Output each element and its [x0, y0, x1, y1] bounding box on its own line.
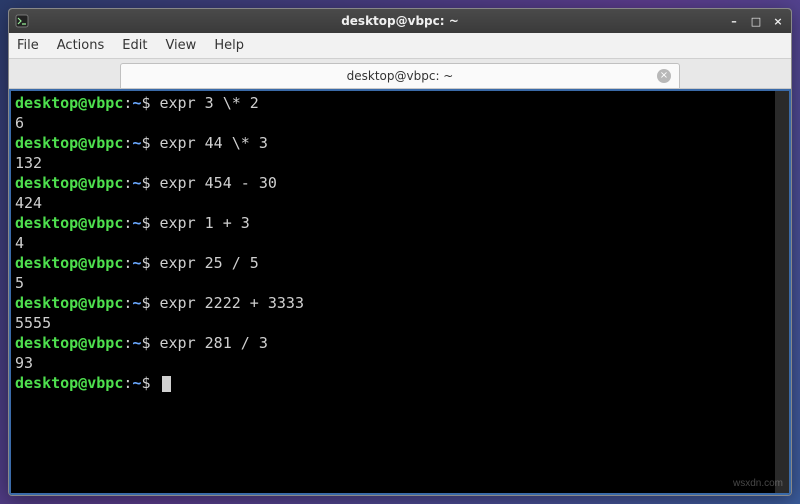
window-title: desktop@vbpc: ~	[8, 14, 792, 28]
terminal-window: desktop@vbpc: ~ – □ × File Actions Edit …	[8, 8, 792, 496]
prompt-line: desktop@vbpc:~$ expr 3 \* 2	[15, 93, 771, 113]
tab-close-icon[interactable]: ×	[657, 69, 671, 83]
menu-edit[interactable]: Edit	[122, 38, 147, 53]
output-line: 6	[15, 113, 771, 133]
prompt-line: desktop@vbpc:~$	[15, 373, 771, 393]
terminal-output[interactable]: desktop@vbpc:~$ expr 3 \* 26desktop@vbpc…	[11, 91, 775, 493]
prompt-line: desktop@vbpc:~$ expr 2222 + 3333	[15, 293, 771, 313]
menu-file[interactable]: File	[17, 38, 39, 53]
output-line: 4	[15, 233, 771, 253]
watermark: wsxdn.com	[733, 478, 783, 489]
menubar: File Actions Edit View Help	[9, 33, 791, 59]
minimize-button[interactable]: –	[727, 14, 741, 28]
prompt-line: desktop@vbpc:~$ expr 1 + 3	[15, 213, 771, 233]
prompt-line: desktop@vbpc:~$ expr 44 \* 3	[15, 133, 771, 153]
output-line: 5	[15, 273, 771, 293]
output-line: 132	[15, 153, 771, 173]
cursor	[162, 376, 171, 392]
output-line: 93	[15, 353, 771, 373]
output-line: 424	[15, 193, 771, 213]
menu-view[interactable]: View	[165, 38, 196, 53]
menu-actions[interactable]: Actions	[57, 38, 105, 53]
maximize-button[interactable]: □	[749, 14, 763, 28]
prompt-line: desktop@vbpc:~$ expr 281 / 3	[15, 333, 771, 353]
scrollbar[interactable]	[775, 91, 789, 493]
tabbar: desktop@vbpc: ~ ×	[9, 59, 791, 89]
close-button[interactable]: ×	[771, 14, 785, 28]
prompt-line: desktop@vbpc:~$ expr 25 / 5	[15, 253, 771, 273]
window-controls: – □ ×	[727, 14, 785, 28]
titlebar[interactable]: desktop@vbpc: ~ – □ ×	[9, 9, 791, 33]
menu-help[interactable]: Help	[214, 38, 244, 53]
prompt-line: desktop@vbpc:~$ expr 454 - 30	[15, 173, 771, 193]
tab-terminal[interactable]: desktop@vbpc: ~ ×	[120, 63, 680, 88]
terminal-area: desktop@vbpc:~$ expr 3 \* 26desktop@vbpc…	[9, 89, 791, 495]
tab-label: desktop@vbpc: ~	[347, 69, 454, 83]
output-line: 5555	[15, 313, 771, 333]
